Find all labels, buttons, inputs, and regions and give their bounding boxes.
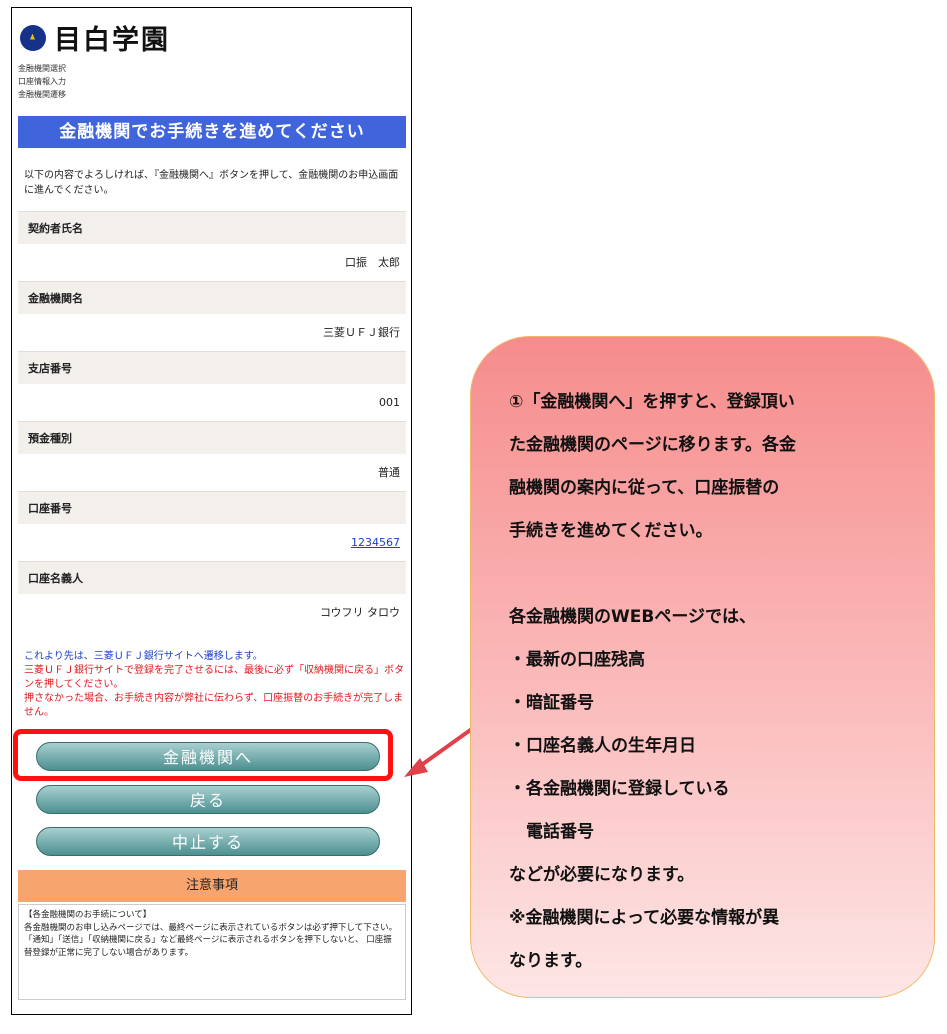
callout-line: 電話番号 bbox=[509, 822, 594, 842]
step-item: 金融機関選択 bbox=[18, 64, 66, 73]
caution-text: 各金融機関のお申し込みページでは、最終ページに表示されているボタンは必ず押下して… bbox=[24, 922, 398, 958]
field-label-account-number: 口座番号 bbox=[18, 491, 406, 524]
field-label-account-holder: 口座名義人 bbox=[18, 561, 406, 594]
school-emblem-icon bbox=[20, 24, 46, 51]
callout-line: ・最新の口座残高 bbox=[509, 650, 645, 670]
callout-line: ・口座名義人の生年月日 bbox=[509, 736, 696, 756]
field-value-deposit-type: 普通 bbox=[18, 454, 406, 491]
caution-heading: 【各金融機関のお手続について】 bbox=[24, 910, 152, 920]
callout-line: 手続きを進めてください。 bbox=[509, 521, 713, 541]
callout-line: 各金融機関のWEBページでは、 bbox=[509, 607, 756, 627]
field-value-bank: 三菱ＵＦＪ銀行 bbox=[18, 314, 406, 351]
phone-screen: 目白学園 金融機関選択 口座情報入力 金融機関遷移 金融機関でお手続きを進めてく… bbox=[11, 7, 412, 1015]
callout-line: た金融機関のページに移ります。各金 bbox=[509, 435, 796, 455]
callout-line: などが必要になります。 bbox=[509, 865, 695, 885]
proceed-button-highlight bbox=[13, 729, 393, 781]
field-value-contractor: 口振 太郎 bbox=[18, 244, 406, 281]
step-item: 口座情報入力 bbox=[18, 77, 66, 86]
school-logo[interactable]: 目白学園 bbox=[20, 18, 170, 57]
instruction-callout: ①「金融機関へ」を押すと、登録頂い た金融機関のページに移ります。各金 融機関の… bbox=[470, 336, 935, 998]
step-item: 金融機関遷移 bbox=[18, 90, 66, 99]
field-label-contractor: 契約者氏名 bbox=[18, 211, 406, 244]
field-label-branch: 支店番号 bbox=[18, 351, 406, 384]
incomplete-warning: 押さなかった場合、お手続き内容が弊社に伝わらず、口座振替のお手続きが完了しません… bbox=[24, 693, 404, 718]
redirect-message: これより先は、三菱ＵＦＪ銀行サイトへ遷移します。 bbox=[24, 651, 263, 662]
callout-line: 融機関の案内に従って、口座振替の bbox=[509, 478, 780, 498]
field-value-account-holder: コウフリ タロウ bbox=[18, 594, 406, 631]
account-summary: 契約者氏名 口振 太郎 金融機関名 三菱ＵＦＪ銀行 支店番号 001 預金種別 … bbox=[18, 211, 406, 631]
return-warning: 三菱ＵＦＪ銀行サイトで登録を完了させるには、最後に必ず「収納機関に戻る」ボタンを… bbox=[24, 665, 404, 690]
callout-line: ・暗証番号 bbox=[509, 693, 594, 713]
callout-line bbox=[509, 553, 898, 596]
caution-body: 【各金融機関のお手続について】 各金融機関のお申し込みページでは、最終ページに表… bbox=[18, 904, 406, 1000]
callout-line: ①「金融機関へ」を押すと、登録頂い bbox=[509, 392, 795, 412]
intro-text: 以下の内容でよろしければ、『金融機関へ』ボタンを押して、金融機関のお申込画面に進… bbox=[24, 170, 399, 196]
field-label-deposit-type: 預金種別 bbox=[18, 421, 406, 454]
callout-line: なります。 bbox=[509, 951, 593, 971]
page-title: 金融機関でお手続きを進めてください bbox=[18, 116, 406, 148]
caution-title: 注意事項 bbox=[18, 870, 406, 902]
field-label-bank: 金融機関名 bbox=[18, 281, 406, 314]
field-value-account-number[interactable]: 1234567 bbox=[18, 524, 406, 561]
callout-line: ※金融機関によって必要な情報が異 bbox=[509, 908, 780, 928]
redirect-notice: これより先は、三菱ＵＦＪ銀行サイトへ遷移します。 三菱ＵＦＪ銀行サイトで登録を完… bbox=[24, 650, 406, 720]
redirect-notice-clip: これより先は、三菱ＵＦＪ銀行サイトへ遷移します。 三菱ＵＦＪ銀行サイトで登録を完… bbox=[12, 650, 411, 730]
back-button[interactable]: 戻る bbox=[36, 785, 380, 814]
step-breadcrumb: 金融機関選択 口座情報入力 金融機関遷移 bbox=[18, 62, 66, 101]
field-value-branch: 001 bbox=[18, 384, 406, 421]
cancel-button[interactable]: 中止する bbox=[36, 827, 380, 856]
school-name: 目白学園 bbox=[54, 25, 170, 56]
callout-line: ・各金融機関に登録している bbox=[509, 779, 730, 799]
